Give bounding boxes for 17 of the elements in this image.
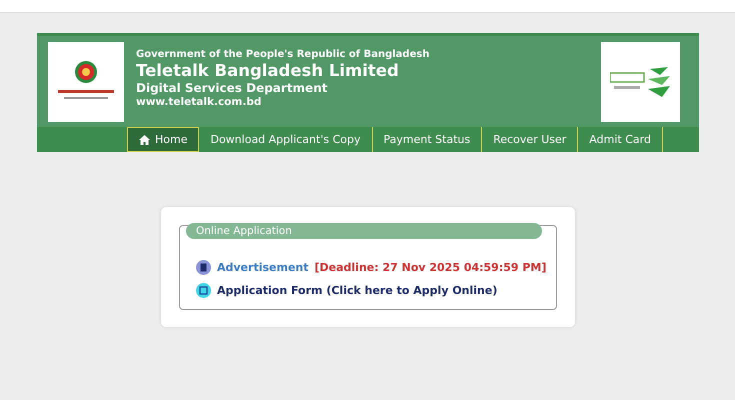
teletalk-logo [610, 64, 672, 98]
form-icon [196, 283, 211, 298]
deadline-text: [Deadline: 27 Nov 2025 04:59:59 PM] [314, 261, 546, 274]
nav-tab[interactable]: Recover User [481, 127, 578, 152]
advertisement-link[interactable]: Advertisement [217, 261, 308, 274]
website-text: www.teletalk.com.bd [136, 96, 262, 108]
nav-tab[interactable]: Payment Status [372, 127, 482, 152]
home-icon [139, 134, 150, 144]
organization-title: Teletalk Bangladesh Limited [136, 61, 400, 80]
nav-tab[interactable]: Download Applicant's Copy [198, 127, 372, 152]
government-title: Government of the People's Republic of Bangladesh [136, 49, 430, 60]
department-title: Digital Services Department [136, 81, 328, 95]
application-form-link[interactable]: Application Form (Click here to Apply Online) [217, 284, 498, 297]
nav-tab[interactable]: Home [127, 127, 200, 152]
section-legend: Online Application [186, 223, 542, 239]
nav-tab[interactable]: Admit Card [577, 127, 663, 152]
document-icon [196, 260, 211, 275]
